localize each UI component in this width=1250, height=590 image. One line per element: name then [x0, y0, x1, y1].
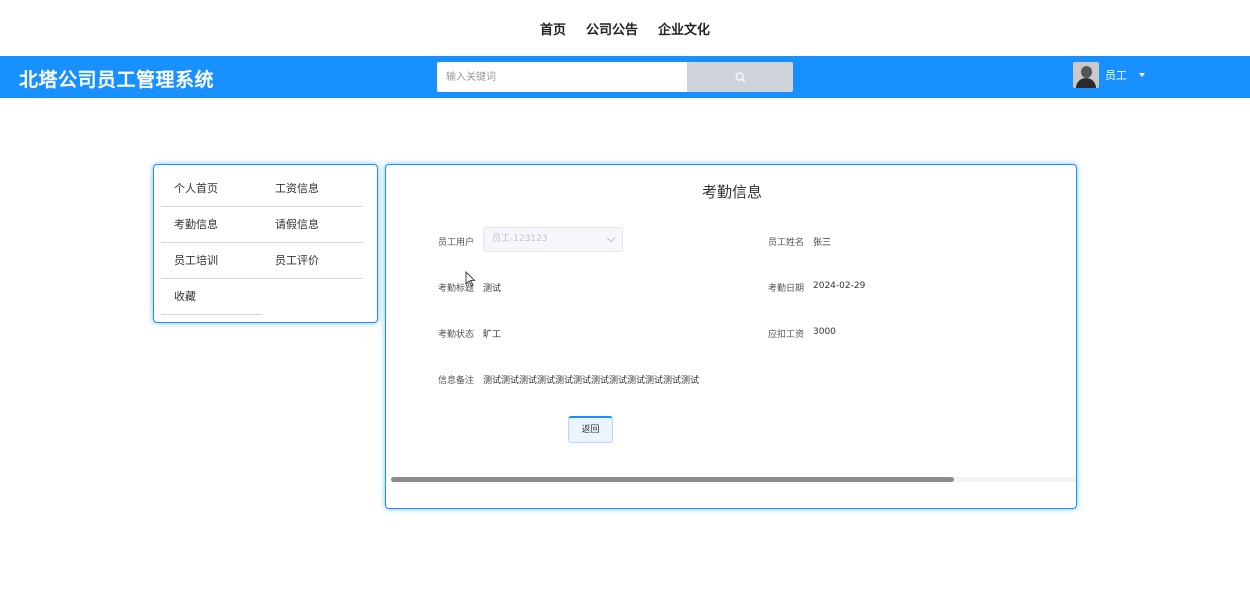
employee-user-label: 员工用户 [438, 238, 475, 248]
caret-down-icon [1139, 73, 1145, 77]
horizontal-scrollbar-thumb[interactable] [391, 477, 954, 482]
attendance-title-value: 测试 [483, 284, 502, 294]
page-title: 考勤信息 [701, 183, 762, 201]
menu-item-favorites[interactable]: 收藏 [161, 279, 262, 315]
employee-user-value: 员工-123123 [492, 234, 548, 244]
employee-name-label: 员工姓名 [768, 238, 805, 248]
attendance-status-label: 考勤状态 [438, 330, 475, 340]
menu-item-leave[interactable]: 请假信息 [262, 207, 363, 243]
back-button[interactable]: 返回 [568, 416, 613, 443]
employee-user-select[interactable]: 员工-123123 [483, 227, 623, 252]
deduct-salary-label: 应扣工资 [768, 330, 805, 340]
nav-announcements[interactable]: 公司公告 [586, 19, 638, 38]
search-button[interactable] [687, 62, 793, 92]
attendance-date-label: 考勤日期 [768, 284, 805, 294]
attendance-date-value: 2024-02-29 [813, 281, 866, 291]
chevron-down-icon [606, 233, 616, 243]
nav-culture[interactable]: 企业文化 [658, 19, 710, 38]
employee-name-value: 张三 [813, 238, 832, 248]
search-input[interactable] [437, 62, 687, 92]
attendance-detail-panel: 考勤信息 员工用户 员工-123123 员工姓名 张三 考勤标题 测试 考勤日期… [385, 164, 1077, 509]
avatar [1073, 62, 1099, 88]
remark-label: 信息备注 [438, 376, 475, 386]
side-menu: 个人首页 工资信息 考勤信息 请假信息 员工培训 员工评价 收藏 [153, 164, 378, 323]
deduct-salary-value: 3000 [813, 327, 836, 337]
user-name: 员工 [1105, 69, 1127, 82]
brand-title: 北塔公司员工管理系统 [19, 69, 215, 91]
menu-item-evaluation[interactable]: 员工评价 [262, 243, 363, 279]
menu-item-salary[interactable]: 工资信息 [262, 171, 363, 207]
menu-item-personal-home[interactable]: 个人首页 [161, 171, 262, 207]
top-nav: 首页 公司公告 企业文化 [0, 0, 1250, 56]
remark-value: 测试测试测试测试测试测试测试测试测试测试测试测试 [483, 376, 700, 386]
search-icon [735, 72, 746, 83]
user-menu[interactable]: 员工 [1073, 61, 1145, 89]
nav-home[interactable]: 首页 [540, 19, 566, 38]
menu-item-attendance[interactable]: 考勤信息 [161, 207, 262, 243]
attendance-status-value: 旷工 [483, 330, 502, 340]
mouse-cursor-icon [465, 271, 476, 287]
header-bar: 北塔公司员工管理系统 员工 [0, 56, 1250, 98]
menu-item-training[interactable]: 员工培训 [161, 243, 262, 279]
